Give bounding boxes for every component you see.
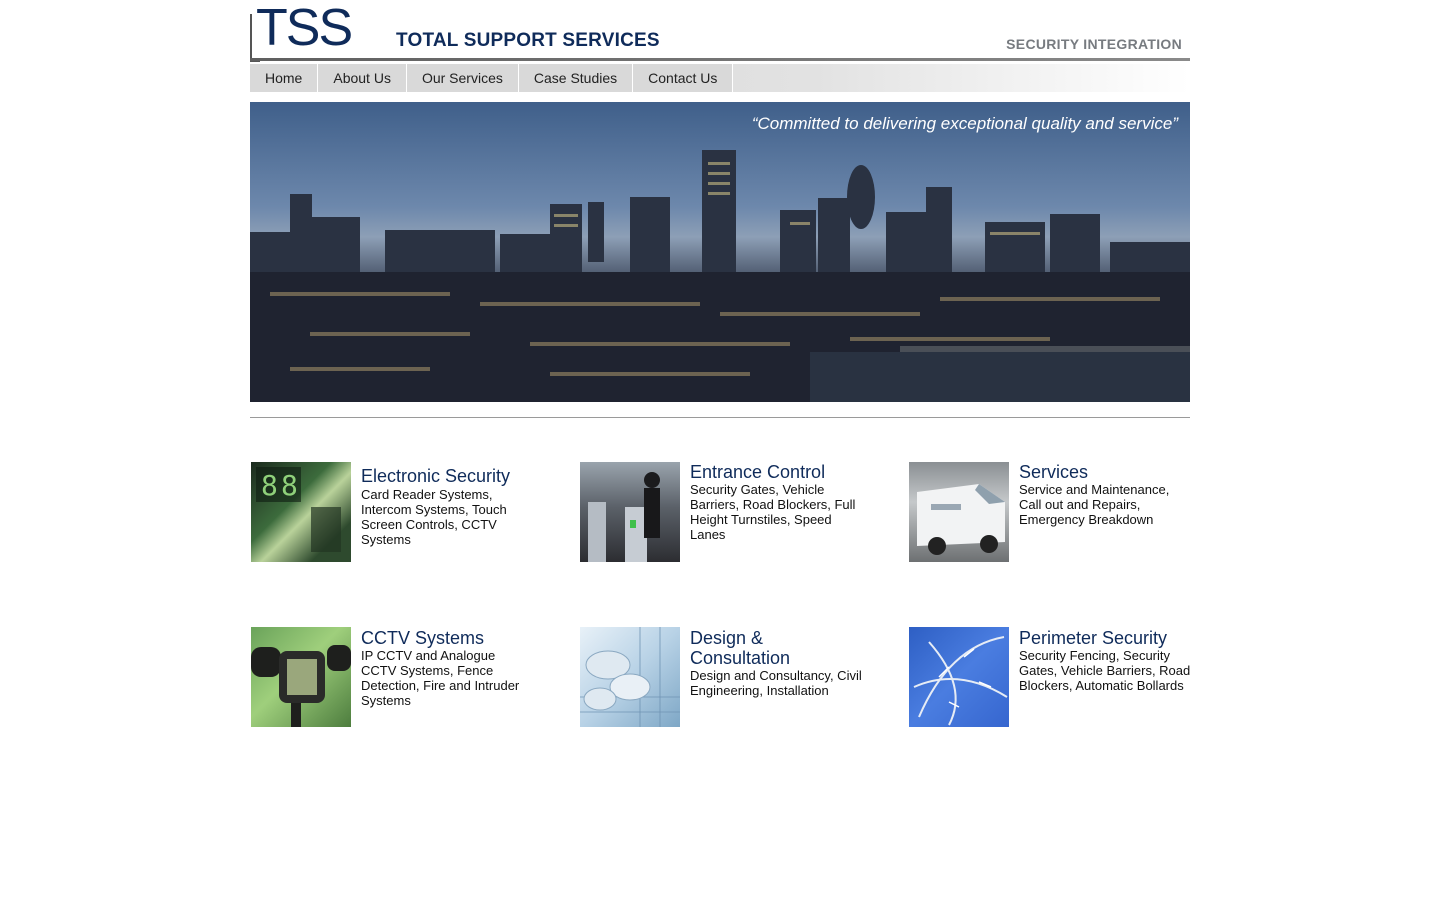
company-name: TOTAL SUPPORT SERVICES [396,30,660,51]
svg-text:8: 8 [281,469,298,502]
header-rule [250,58,1190,61]
van-photo[interactable] [909,462,1009,562]
content-divider [250,417,1190,418]
header-tagline: SECURITY INTEGRATION [1006,36,1182,52]
nav-item-our-services[interactable]: Our Services [406,64,519,92]
service-description: Security Gates, Vehicle Barriers, Road B… [690,482,856,542]
service-title[interactable]: Perimeter Security [1019,628,1199,648]
nav-item-contact-us[interactable]: Contact Us [633,64,734,92]
nav-item-home[interactable]: Home [250,64,319,92]
service-services[interactable]: Services Service and Maintenance, Call o… [909,462,1209,572]
service-title[interactable]: Design & Consultation [690,628,810,668]
camera-photo[interactable] [251,627,351,727]
service-perimeter-security[interactable]: Perimeter Security Security Fencing, Sec… [909,627,1209,737]
keypad-photo[interactable]: 8 8 [251,462,351,562]
service-description: Card Reader Systems, Intercom Systems, T… [361,487,507,547]
service-design-consultation[interactable]: Design & Consultation Design and Consult… [580,627,880,737]
service-title[interactable]: Entrance Control [690,462,870,482]
service-electronic-security[interactable]: 8 8 Electronic Security Card Reader Syst… [251,462,551,572]
nav-item-case-studies[interactable]: Case Studies [518,64,634,92]
service-entrance-control[interactable]: Entrance Control Security Gates, Vehicle… [580,462,880,572]
service-cctv-systems[interactable]: CCTV Systems IP CCTV and Analogue CCTV S… [251,627,551,737]
service-description: Security Fencing, Security Gates, Vehicl… [1019,648,1191,693]
main-nav: Home About Us Our Services Case Studies … [250,64,1190,92]
hero-quote: “Committed to delivering exceptional qua… [751,114,1178,133]
logo[interactable]: TSS [256,2,353,54]
service-description: Service and Maintenance, Call out and Re… [1019,482,1170,527]
city-skyline-image [250,150,1190,402]
turnstile-photo[interactable] [580,462,680,562]
blueprint-photo[interactable] [580,627,680,727]
hero-banner: “Committed to delivering exceptional qua… [250,102,1190,402]
nav-item-about-us[interactable]: About Us [318,64,407,92]
svg-text:8: 8 [261,469,278,502]
razor-wire-photo[interactable] [909,627,1009,727]
service-title[interactable]: Services [1019,462,1199,482]
service-title[interactable]: CCTV Systems [361,628,541,648]
service-description: IP CCTV and Analogue CCTV Systems, Fence… [361,648,520,708]
site-header: TSS TOTAL SUPPORT SERVICES SECURITY INTE… [250,0,1190,62]
service-description: Design and Consultancy, Civil Engineerin… [690,668,862,698]
service-title[interactable]: Electronic Security [361,466,541,486]
